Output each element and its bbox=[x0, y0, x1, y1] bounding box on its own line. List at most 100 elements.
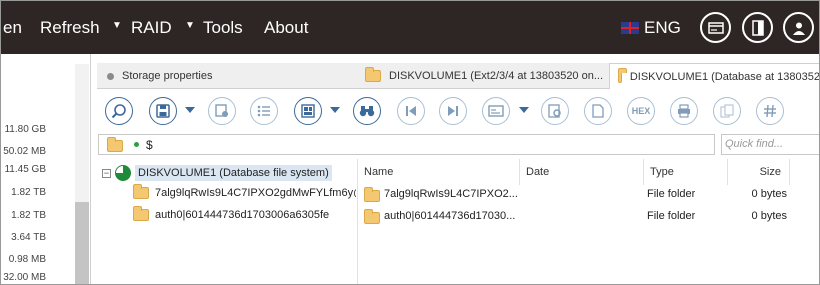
path-value: $ bbox=[146, 138, 153, 152]
toggle-panel-button[interactable] bbox=[742, 12, 773, 43]
copy-icon bbox=[720, 104, 734, 118]
tab-database-volume[interactable]: DISKVOLUME1 (Database at 1380352 bbox=[609, 63, 820, 89]
tab-storage-properties[interactable]: Storage properties bbox=[107, 63, 347, 89]
list-view-button[interactable] bbox=[250, 97, 278, 125]
row-name: auth0|601444736d17030... bbox=[384, 210, 516, 222]
partition-size[interactable]: 0.98 MB bbox=[9, 254, 46, 265]
folder-icon bbox=[133, 184, 149, 199]
search-icon bbox=[111, 104, 126, 119]
card-icon bbox=[707, 21, 724, 34]
table-row[interactable]: auth0|601444736d17030... File folder 0 b… bbox=[358, 206, 819, 228]
page-view-button[interactable] bbox=[584, 97, 612, 125]
partition-size[interactable]: 50.02 MB bbox=[3, 146, 46, 157]
folder-tree: − DISKVOLUME1 (Database file system) 7al… bbox=[98, 159, 356, 284]
tab-label: DISKVOLUME1 (Ext2/3/4 at 13803520 on... bbox=[389, 70, 604, 82]
partition-size[interactable]: 1.82 TB bbox=[11, 210, 46, 221]
table-row[interactable]: 7alg9lqRwIs9L4C7IPXO2... File folder 0 b… bbox=[358, 184, 819, 206]
save-dropdown-icon[interactable] bbox=[185, 107, 195, 113]
hash-button[interactable] bbox=[756, 97, 784, 125]
partition-panel: 11.80 GB 50.02 MB 11.45 GB 1.82 TB 1.82 … bbox=[1, 54, 91, 284]
column-date[interactable]: Date bbox=[520, 159, 644, 185]
search-button[interactable] bbox=[105, 97, 133, 125]
skip-back-icon bbox=[406, 106, 416, 116]
partition-size[interactable]: 11.45 GB bbox=[4, 164, 46, 175]
menu-about[interactable]: About bbox=[264, 18, 308, 38]
partition-size[interactable]: 32.00 MB bbox=[3, 272, 46, 283]
database-volume-icon bbox=[115, 165, 131, 181]
toolbar: HEX bbox=[97, 91, 819, 131]
binoculars-icon bbox=[359, 106, 375, 117]
row-type: File folder bbox=[647, 210, 696, 222]
preview-button[interactable] bbox=[482, 97, 510, 125]
properties-button[interactable] bbox=[713, 97, 741, 125]
file-list: Name Date Type Size 7alg9lqRwIs9L4C7IPXO… bbox=[357, 159, 819, 284]
menu-tools[interactable]: Tools bbox=[203, 18, 243, 38]
account-button[interactable] bbox=[783, 12, 814, 43]
folder-icon bbox=[133, 206, 149, 221]
folder-icon bbox=[364, 209, 380, 224]
view-dropdown-icon[interactable] bbox=[330, 107, 340, 113]
preview-dropdown-icon[interactable] bbox=[519, 107, 529, 113]
row-type: File folder bbox=[647, 188, 696, 200]
row-name: 7alg9lqRwIs9L4C7IPXO2... bbox=[384, 188, 518, 200]
folder-icon bbox=[107, 137, 123, 152]
folder-icon bbox=[364, 187, 380, 202]
folder-icon bbox=[618, 67, 627, 83]
print-icon bbox=[678, 104, 690, 118]
status-dot-icon bbox=[134, 142, 139, 147]
tab-label: Storage properties bbox=[122, 70, 213, 82]
save-icon bbox=[156, 104, 170, 118]
panel-icon bbox=[751, 19, 764, 36]
menu-open[interactable]: en bbox=[3, 18, 22, 38]
register-button[interactable] bbox=[700, 12, 731, 43]
tree-item-label: auth0|601444736d1703006a6305fe bbox=[155, 209, 330, 221]
menu-bar: en Refresh ▼ RAID ▼ Tools About ENG bbox=[1, 1, 819, 54]
page-icon bbox=[592, 104, 604, 118]
gear-page-icon bbox=[548, 104, 561, 118]
column-name[interactable]: Name bbox=[358, 159, 520, 185]
hex-label: HEX bbox=[631, 106, 651, 116]
save-selected-button[interactable] bbox=[208, 97, 236, 125]
tab-bar: Storage properties DISKVOLUME1 (Ext2/3/4… bbox=[97, 63, 820, 89]
column-type[interactable]: Type bbox=[644, 159, 728, 185]
user-icon bbox=[792, 22, 805, 35]
partition-size[interactable]: 1.82 TB bbox=[11, 187, 46, 198]
collapse-icon[interactable]: − bbox=[102, 168, 111, 178]
menu-refresh[interactable]: Refresh bbox=[40, 18, 100, 38]
uk-flag-icon bbox=[621, 22, 639, 34]
tree-item[interactable]: auth0|601444736d1703006a6305fe bbox=[133, 205, 329, 225]
dot-icon bbox=[107, 72, 114, 80]
quick-find-input[interactable]: Quick find... bbox=[721, 134, 819, 155]
tree-item-label: 7alg9lqRwIs9L4C7IPXO2gdMwFYLfm6y@c bbox=[155, 187, 356, 199]
path-bar[interactable]: $ bbox=[98, 134, 715, 155]
next-button[interactable] bbox=[439, 97, 467, 125]
language-selector[interactable]: ENG bbox=[644, 18, 681, 38]
hash-icon bbox=[764, 104, 776, 118]
skip-forward-icon bbox=[448, 106, 458, 116]
column-size[interactable]: Size bbox=[728, 159, 790, 185]
previous-button[interactable] bbox=[397, 97, 425, 125]
find-button[interactable] bbox=[353, 97, 381, 125]
app-window: en Refresh ▼ RAID ▼ Tools About ENG 11.8… bbox=[0, 0, 820, 285]
partition-size[interactable]: 3.64 TB bbox=[11, 232, 46, 243]
row-size: 0 bytes bbox=[751, 210, 787, 222]
print-button[interactable] bbox=[670, 97, 698, 125]
partition-size[interactable]: 11.80 GB bbox=[4, 124, 46, 135]
scrollbar-thumb[interactable] bbox=[75, 202, 89, 284]
save-button[interactable] bbox=[149, 97, 177, 125]
tree-item[interactable]: 7alg9lqRwIs9L4C7IPXO2gdMwFYLfm6y@c bbox=[133, 183, 356, 203]
folder-icon bbox=[365, 67, 381, 82]
tab-ext-volume[interactable]: DISKVOLUME1 (Ext2/3/4 at 13803520 on... bbox=[365, 63, 605, 89]
list-icon bbox=[257, 105, 270, 117]
view-mode-button[interactable] bbox=[294, 97, 322, 125]
tab-label: DISKVOLUME1 (Database at 1380352 bbox=[629, 70, 820, 83]
hex-view-button[interactable]: HEX bbox=[627, 97, 655, 125]
menu-raid[interactable]: RAID bbox=[131, 18, 172, 38]
refresh-dropdown-icon[interactable]: ▼ bbox=[112, 20, 122, 31]
tree-root[interactable]: − DISKVOLUME1 (Database file system) bbox=[102, 163, 332, 183]
raid-dropdown-icon[interactable]: ▼ bbox=[185, 20, 195, 31]
save-settings-icon bbox=[215, 104, 228, 117]
preview-icon bbox=[488, 105, 504, 117]
mark-button[interactable] bbox=[541, 97, 569, 125]
grid-icon bbox=[301, 104, 315, 118]
